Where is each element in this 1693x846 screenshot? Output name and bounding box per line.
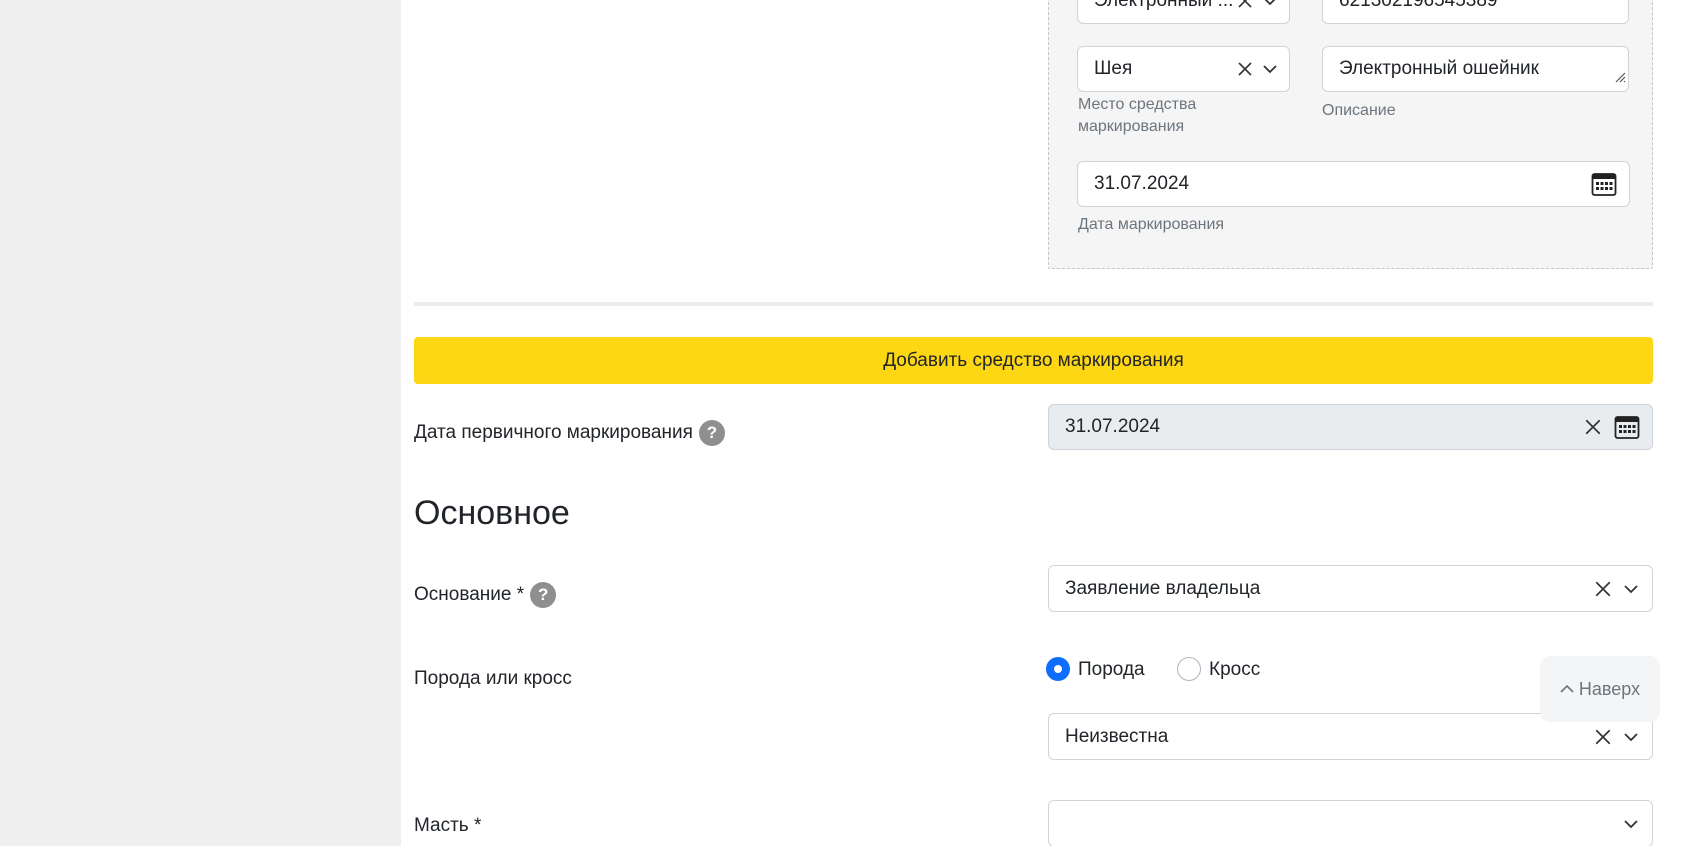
- primary-marking-date-value: 31.07.2024: [1065, 416, 1161, 437]
- basis-value: Заявление владельца: [1065, 577, 1261, 599]
- close-icon[interactable]: [1594, 580, 1612, 598]
- marking-place-select[interactable]: Шея: [1077, 46, 1290, 92]
- basis-label: Основание *: [414, 584, 525, 605]
- marking-date-label: Дата маркирования: [1078, 216, 1225, 233]
- resize-handle-icon[interactable]: [1612, 67, 1626, 89]
- chevron-down-icon[interactable]: [1624, 732, 1638, 742]
- scroll-to-top-button[interactable]: Наверх: [1540, 656, 1660, 722]
- cross-radio[interactable]: [1177, 657, 1201, 681]
- breed-radio-label[interactable]: Порода: [1078, 659, 1145, 681]
- marking-place-value: Шея: [1094, 58, 1133, 79]
- marking-date-value: 31.07.2024: [1094, 173, 1190, 194]
- scroll-to-top-label: Наверх: [1578, 678, 1641, 699]
- close-icon[interactable]: [1237, 0, 1253, 9]
- calendar-icon[interactable]: [1591, 171, 1617, 197]
- chevron-down-icon[interactable]: [1263, 64, 1277, 74]
- description-label: Описание: [1322, 102, 1396, 119]
- marking-place-label: Место средства маркирования: [1078, 96, 1197, 135]
- chevron-up-icon: [1560, 684, 1574, 694]
- calendar-icon[interactable]: [1614, 414, 1640, 440]
- help-icon[interactable]: ?: [530, 582, 557, 608]
- breed-radio[interactable]: [1046, 657, 1070, 681]
- add-marking-button[interactable]: Добавить средство маркирования: [414, 337, 1653, 384]
- basis-select[interactable]: Заявление владельца: [1048, 565, 1653, 612]
- marking-number-value: 621302196545389: [1339, 0, 1498, 11]
- color-select[interactable]: [1048, 800, 1653, 846]
- marking-type-value: Электронный ...: [1094, 0, 1234, 11]
- section-divider: [414, 302, 1653, 306]
- basis-label-row: Основание * ?: [414, 582, 557, 608]
- description-textarea[interactable]: Электронный ошейник: [1322, 46, 1629, 92]
- left-sidebar: [0, 0, 401, 846]
- chevron-down-icon[interactable]: [1624, 584, 1638, 594]
- primary-marking-date-input[interactable]: 31.07.2024: [1048, 404, 1653, 450]
- close-icon[interactable]: [1237, 61, 1253, 77]
- color-label: Масть *: [414, 815, 482, 836]
- close-icon[interactable]: [1584, 418, 1602, 436]
- marking-type-select[interactable]: Электронный ...: [1077, 0, 1290, 24]
- close-icon[interactable]: [1594, 728, 1612, 746]
- description-value: Электронный ошейник: [1339, 58, 1539, 79]
- primary-marking-label: Дата первичного маркирования: [414, 422, 693, 443]
- section-title: Основное: [414, 494, 570, 532]
- marking-date-input[interactable]: 31.07.2024: [1077, 161, 1630, 207]
- cross-radio-label[interactable]: Кросс: [1209, 659, 1260, 681]
- help-icon[interactable]: ?: [698, 420, 725, 446]
- chevron-down-icon[interactable]: [1263, 0, 1277, 6]
- marking-number-input[interactable]: 621302196545389: [1322, 0, 1629, 24]
- chevron-down-icon[interactable]: [1624, 819, 1638, 829]
- breed-label: Порода или кросс: [414, 668, 572, 689]
- breed-value: Неизвестна: [1065, 725, 1169, 747]
- primary-marking-label-row: Дата первичного маркирования ?: [414, 420, 725, 446]
